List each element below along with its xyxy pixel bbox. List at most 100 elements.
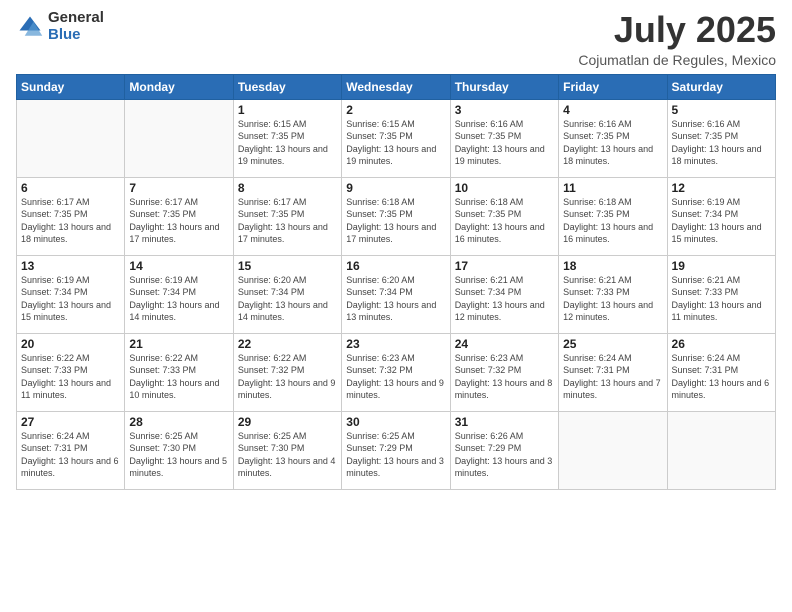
calendar-cell: 25Sunrise: 6:24 AM Sunset: 7:31 PM Dayli… [559,333,667,411]
day-number: 11 [563,181,662,195]
day-info: Sunrise: 6:21 AM Sunset: 7:34 PM Dayligh… [455,274,554,324]
day-info: Sunrise: 6:21 AM Sunset: 7:33 PM Dayligh… [563,274,662,324]
weekday-header: Friday [559,74,667,99]
day-info: Sunrise: 6:15 AM Sunset: 7:35 PM Dayligh… [346,118,445,168]
calendar-week-row: 20Sunrise: 6:22 AM Sunset: 7:33 PM Dayli… [17,333,776,411]
day-info: Sunrise: 6:17 AM Sunset: 7:35 PM Dayligh… [21,196,120,246]
day-info: Sunrise: 6:16 AM Sunset: 7:35 PM Dayligh… [563,118,662,168]
weekday-header: Saturday [667,74,775,99]
weekday-header: Monday [125,74,233,99]
calendar-cell: 15Sunrise: 6:20 AM Sunset: 7:34 PM Dayli… [233,255,341,333]
day-info: Sunrise: 6:23 AM Sunset: 7:32 PM Dayligh… [346,352,445,402]
header: General Blue July 2025 Cojumatlan de Reg… [16,10,776,68]
calendar-cell: 28Sunrise: 6:25 AM Sunset: 7:30 PM Dayli… [125,411,233,489]
day-number: 10 [455,181,554,195]
page: General Blue July 2025 Cojumatlan de Reg… [0,0,792,612]
calendar-cell: 1Sunrise: 6:15 AM Sunset: 7:35 PM Daylig… [233,99,341,177]
day-number: 31 [455,415,554,429]
calendar-cell: 9Sunrise: 6:18 AM Sunset: 7:35 PM Daylig… [342,177,450,255]
day-number: 25 [563,337,662,351]
logo-blue: Blue [48,27,104,44]
day-number: 14 [129,259,228,273]
day-number: 28 [129,415,228,429]
calendar-cell: 18Sunrise: 6:21 AM Sunset: 7:33 PM Dayli… [559,255,667,333]
calendar-cell: 24Sunrise: 6:23 AM Sunset: 7:32 PM Dayli… [450,333,558,411]
day-number: 29 [238,415,337,429]
calendar-header-row: SundayMondayTuesdayWednesdayThursdayFrid… [17,74,776,99]
day-number: 19 [672,259,771,273]
day-number: 26 [672,337,771,351]
calendar-cell: 11Sunrise: 6:18 AM Sunset: 7:35 PM Dayli… [559,177,667,255]
calendar-cell [667,411,775,489]
day-number: 16 [346,259,445,273]
calendar-cell [559,411,667,489]
day-info: Sunrise: 6:26 AM Sunset: 7:29 PM Dayligh… [455,430,554,480]
day-info: Sunrise: 6:25 AM Sunset: 7:30 PM Dayligh… [238,430,337,480]
calendar-cell: 19Sunrise: 6:21 AM Sunset: 7:33 PM Dayli… [667,255,775,333]
day-info: Sunrise: 6:24 AM Sunset: 7:31 PM Dayligh… [672,352,771,402]
calendar-cell: 7Sunrise: 6:17 AM Sunset: 7:35 PM Daylig… [125,177,233,255]
day-number: 5 [672,103,771,117]
calendar-cell: 27Sunrise: 6:24 AM Sunset: 7:31 PM Dayli… [17,411,125,489]
calendar-cell: 10Sunrise: 6:18 AM Sunset: 7:35 PM Dayli… [450,177,558,255]
calendar-cell [17,99,125,177]
day-info: Sunrise: 6:19 AM Sunset: 7:34 PM Dayligh… [21,274,120,324]
day-number: 22 [238,337,337,351]
calendar-cell: 6Sunrise: 6:17 AM Sunset: 7:35 PM Daylig… [17,177,125,255]
weekday-header: Tuesday [233,74,341,99]
day-info: Sunrise: 6:22 AM Sunset: 7:32 PM Dayligh… [238,352,337,402]
day-info: Sunrise: 6:15 AM Sunset: 7:35 PM Dayligh… [238,118,337,168]
day-info: Sunrise: 6:16 AM Sunset: 7:35 PM Dayligh… [455,118,554,168]
calendar-cell: 8Sunrise: 6:17 AM Sunset: 7:35 PM Daylig… [233,177,341,255]
day-number: 15 [238,259,337,273]
day-info: Sunrise: 6:19 AM Sunset: 7:34 PM Dayligh… [129,274,228,324]
day-info: Sunrise: 6:23 AM Sunset: 7:32 PM Dayligh… [455,352,554,402]
calendar: SundayMondayTuesdayWednesdayThursdayFrid… [16,74,776,490]
day-number: 6 [21,181,120,195]
day-number: 27 [21,415,120,429]
calendar-cell: 5Sunrise: 6:16 AM Sunset: 7:35 PM Daylig… [667,99,775,177]
day-info: Sunrise: 6:17 AM Sunset: 7:35 PM Dayligh… [238,196,337,246]
calendar-week-row: 27Sunrise: 6:24 AM Sunset: 7:31 PM Dayli… [17,411,776,489]
calendar-cell: 12Sunrise: 6:19 AM Sunset: 7:34 PM Dayli… [667,177,775,255]
calendar-cell: 17Sunrise: 6:21 AM Sunset: 7:34 PM Dayli… [450,255,558,333]
day-info: Sunrise: 6:20 AM Sunset: 7:34 PM Dayligh… [238,274,337,324]
day-info: Sunrise: 6:24 AM Sunset: 7:31 PM Dayligh… [563,352,662,402]
calendar-cell [125,99,233,177]
calendar-week-row: 6Sunrise: 6:17 AM Sunset: 7:35 PM Daylig… [17,177,776,255]
day-info: Sunrise: 6:18 AM Sunset: 7:35 PM Dayligh… [563,196,662,246]
subtitle: Cojumatlan de Regules, Mexico [578,52,776,68]
day-number: 8 [238,181,337,195]
day-number: 21 [129,337,228,351]
calendar-cell: 23Sunrise: 6:23 AM Sunset: 7:32 PM Dayli… [342,333,450,411]
calendar-week-row: 13Sunrise: 6:19 AM Sunset: 7:34 PM Dayli… [17,255,776,333]
calendar-week-row: 1Sunrise: 6:15 AM Sunset: 7:35 PM Daylig… [17,99,776,177]
day-info: Sunrise: 6:22 AM Sunset: 7:33 PM Dayligh… [129,352,228,402]
day-info: Sunrise: 6:25 AM Sunset: 7:30 PM Dayligh… [129,430,228,480]
logo-text: General Blue [48,10,104,43]
day-info: Sunrise: 6:21 AM Sunset: 7:33 PM Dayligh… [672,274,771,324]
day-number: 18 [563,259,662,273]
calendar-cell: 30Sunrise: 6:25 AM Sunset: 7:29 PM Dayli… [342,411,450,489]
calendar-cell: 2Sunrise: 6:15 AM Sunset: 7:35 PM Daylig… [342,99,450,177]
day-number: 9 [346,181,445,195]
day-info: Sunrise: 6:25 AM Sunset: 7:29 PM Dayligh… [346,430,445,480]
day-number: 17 [455,259,554,273]
calendar-cell: 14Sunrise: 6:19 AM Sunset: 7:34 PM Dayli… [125,255,233,333]
day-number: 30 [346,415,445,429]
day-info: Sunrise: 6:20 AM Sunset: 7:34 PM Dayligh… [346,274,445,324]
day-info: Sunrise: 6:24 AM Sunset: 7:31 PM Dayligh… [21,430,120,480]
day-info: Sunrise: 6:19 AM Sunset: 7:34 PM Dayligh… [672,196,771,246]
day-number: 7 [129,181,228,195]
calendar-cell: 3Sunrise: 6:16 AM Sunset: 7:35 PM Daylig… [450,99,558,177]
calendar-cell: 4Sunrise: 6:16 AM Sunset: 7:35 PM Daylig… [559,99,667,177]
day-info: Sunrise: 6:18 AM Sunset: 7:35 PM Dayligh… [346,196,445,246]
weekday-header: Thursday [450,74,558,99]
calendar-cell: 26Sunrise: 6:24 AM Sunset: 7:31 PM Dayli… [667,333,775,411]
logo-general: General [48,10,104,27]
calendar-cell: 22Sunrise: 6:22 AM Sunset: 7:32 PM Dayli… [233,333,341,411]
day-number: 3 [455,103,554,117]
day-info: Sunrise: 6:22 AM Sunset: 7:33 PM Dayligh… [21,352,120,402]
day-number: 24 [455,337,554,351]
logo-icon [16,13,44,41]
